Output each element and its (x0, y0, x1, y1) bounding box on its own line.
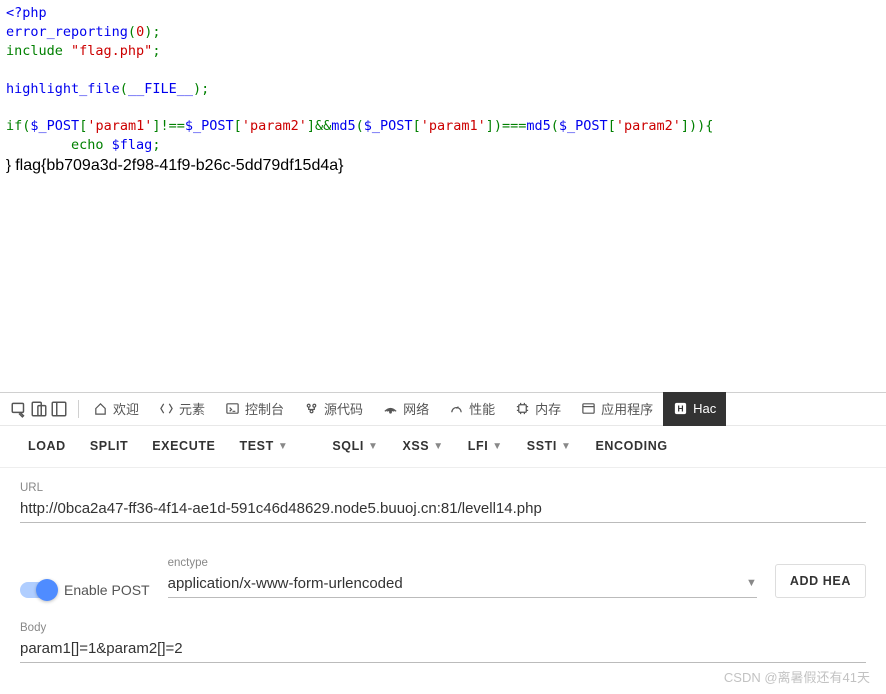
enable-post-label: Enable POST (64, 582, 150, 598)
tab-elements[interactable]: 元素 (149, 392, 215, 426)
body-label: Body (20, 622, 866, 634)
hackbar-form: URL Enable POST enctype application/x-ww… (0, 468, 886, 663)
device-toggle-icon[interactable] (30, 400, 48, 418)
devtools-tabbar: 欢迎 元素 控制台 源代码 网络 性能 内存 应用程序 H Hac (0, 392, 886, 426)
lfi-button[interactable]: LFI▼ (460, 429, 511, 463)
tab-performance[interactable]: 性能 (439, 392, 505, 426)
tab-memory[interactable]: 内存 (505, 392, 571, 426)
encoding-button[interactable]: ENCODING (587, 429, 675, 463)
enctype-select[interactable]: application/x-www-form-urlencoded ▼ (168, 572, 757, 598)
chevron-down-icon: ▼ (278, 441, 289, 452)
tab-application[interactable]: 应用程序 (571, 392, 663, 426)
chevron-down-icon: ▼ (746, 577, 757, 589)
blank-space (0, 182, 886, 392)
tab-sources[interactable]: 源代码 (294, 392, 373, 426)
watermark: CSDN @离暑假还有41天 (724, 667, 870, 686)
php-source-code: <?php error_reporting(0); include "flag.… (0, 0, 886, 182)
ssti-button[interactable]: SSTI▼ (519, 429, 580, 463)
svg-text:H: H (678, 403, 684, 413)
php-open-tag: <?php (6, 5, 47, 21)
test-button[interactable]: TEST▼ (232, 429, 297, 463)
chevron-down-icon: ▼ (492, 441, 503, 452)
sqli-button[interactable]: SQLI▼ (324, 429, 386, 463)
tab-welcome[interactable]: 欢迎 (83, 392, 149, 426)
url-input[interactable] (20, 497, 866, 523)
add-header-button[interactable]: ADD HEA (775, 564, 866, 598)
body-input[interactable] (20, 637, 866, 663)
chevron-down-icon: ▼ (561, 441, 572, 452)
flag-output: flag{bb709a3d-2f98-41f9-b26c-5dd79df15d4… (15, 157, 343, 174)
enable-post-toggle[interactable] (20, 582, 56, 598)
chevron-down-icon: ▼ (433, 441, 444, 452)
url-label: URL (20, 482, 866, 494)
tab-console[interactable]: 控制台 (215, 392, 294, 426)
tab-network[interactable]: 网络 (373, 392, 439, 426)
load-button[interactable]: LOAD (20, 429, 74, 463)
execute-button[interactable]: EXECUTE (144, 429, 223, 463)
enctype-label: enctype (168, 557, 757, 569)
xss-button[interactable]: XSS▼ (394, 429, 451, 463)
hackbar-actions: LOAD SPLIT EXECUTE TEST▼ SQLI▼ XSS▼ LFI▼… (0, 426, 886, 468)
tab-hackbar[interactable]: H Hac (663, 392, 726, 426)
dock-icon[interactable] (50, 400, 68, 418)
chevron-down-icon: ▼ (368, 441, 379, 452)
inspect-icon[interactable] (10, 400, 28, 418)
split-button[interactable]: SPLIT (82, 429, 136, 463)
